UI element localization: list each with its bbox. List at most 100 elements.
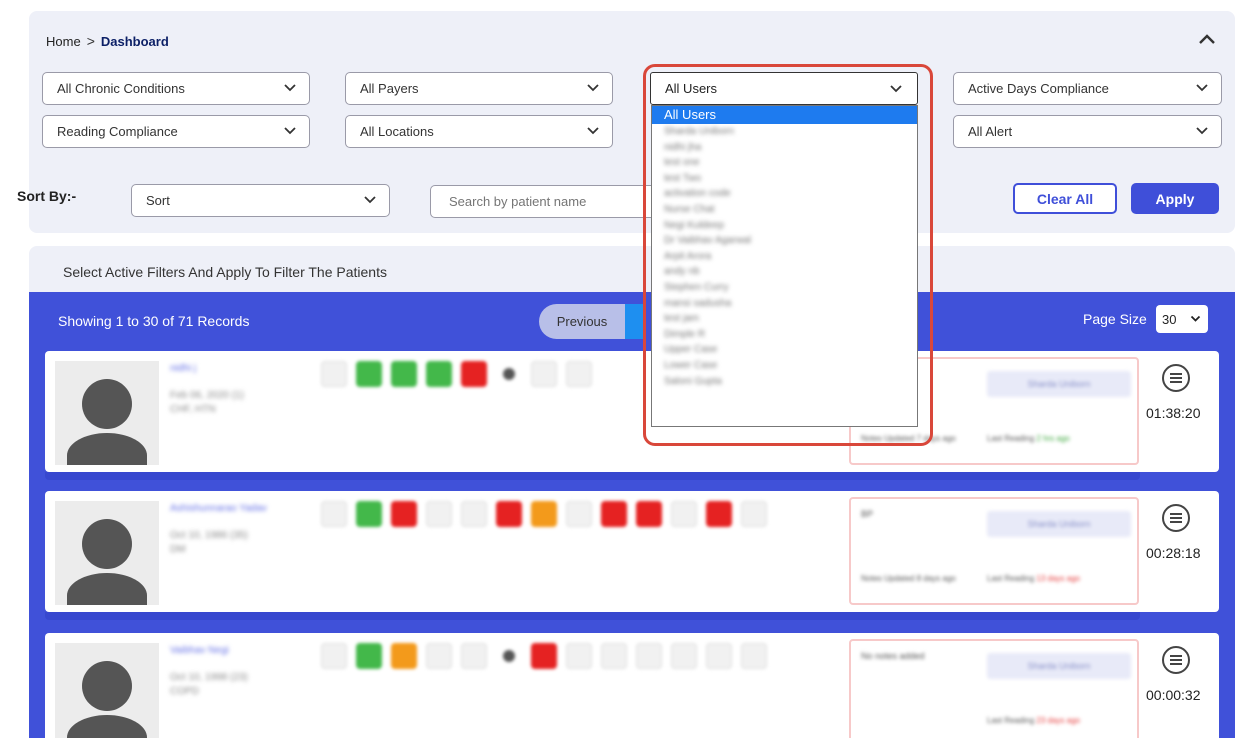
menu-icon[interactable] [1161, 363, 1191, 393]
patient-card[interactable]: Ashishunnarao Yadav Oct 10, 1986 (35) DM… [45, 491, 1219, 620]
device-icon[interactable] [531, 643, 557, 669]
patient-condition: COPD [170, 686, 199, 697]
device-icon[interactable] [566, 643, 592, 669]
records-count: Showing 1 to 30 of 71 Records [58, 313, 250, 329]
dropdown-option[interactable]: All Users [652, 106, 917, 124]
patient-search-input[interactable] [430, 185, 670, 218]
device-icon[interactable] [321, 643, 347, 669]
device-icon[interactable] [321, 501, 347, 527]
device-icon[interactable] [741, 501, 767, 527]
users-select[interactable]: All Users [650, 72, 918, 105]
assignee-badge[interactable]: Sharda Uniborn [987, 511, 1131, 537]
patient-card[interactable]: nidhi j Feb 06, 2020 (1) CHF, HTN Sharda… [45, 351, 1219, 480]
device-icon[interactable] [706, 643, 732, 669]
device-icon[interactable] [426, 643, 452, 669]
patient-dob: Oct 10, 1998 (23) [170, 672, 248, 683]
apply-button[interactable]: Apply [1131, 183, 1219, 214]
device-icon[interactable] [601, 501, 627, 527]
device-icon[interactable] [531, 501, 557, 527]
dropdown-option[interactable]: Dr Vaibhav Agarwal [652, 233, 917, 249]
device-icon[interactable] [391, 501, 417, 527]
chevron-down-icon [587, 127, 599, 135]
last-reading-ago: 23 days ago [1036, 716, 1080, 725]
reading-compliance-select[interactable]: Reading Compliance [42, 115, 310, 148]
dropdown-option[interactable]: test Two [652, 171, 917, 187]
notes-box: BP Sharda Uniborn Notes Updated 8 days a… [849, 497, 1139, 605]
device-icon[interactable] [496, 501, 522, 527]
device-icon[interactable] [391, 361, 417, 387]
last-reading: Last Reading 23 days ago [987, 715, 1080, 726]
current-page-button[interactable] [625, 304, 645, 339]
alert-select[interactable]: All Alert [953, 115, 1222, 148]
page-size-value: 30 [1162, 311, 1177, 327]
device-icon[interactable] [426, 501, 452, 527]
patient-name[interactable]: Vaibhav Negi [170, 645, 229, 656]
dropdown-option[interactable]: Nurse Chat [652, 202, 917, 218]
chronic-conditions-select[interactable]: All Chronic Conditions [42, 72, 310, 105]
chevron-up-icon[interactable] [1197, 31, 1217, 47]
dropdown-option[interactable]: Stephen Curry [652, 280, 917, 296]
last-reading-ago: 2 hrs ago [1036, 434, 1070, 443]
assignee-badge[interactable]: Sharda Uniborn [987, 371, 1131, 397]
timer: 01:38:20 [1146, 405, 1201, 421]
card-shadow-bar [45, 612, 1140, 620]
dropdown-option[interactable]: test one [652, 155, 917, 171]
device-icon[interactable] [671, 501, 697, 527]
device-icon[interactable] [601, 643, 627, 669]
previous-page-button[interactable]: Previous [539, 304, 625, 339]
dropdown-option[interactable]: Lower Case [652, 358, 917, 374]
device-icon[interactable] [356, 643, 382, 669]
notes-box: No notes added Sharda Uniborn Last Readi… [849, 639, 1139, 738]
device-icon[interactable] [636, 643, 662, 669]
active-days-select[interactable]: Active Days Compliance [953, 72, 1222, 105]
sort-select[interactable]: Sort [131, 184, 390, 217]
dropdown-option[interactable]: andy nb [652, 264, 917, 280]
patient-info: Oct 10, 1986 (35) DM [170, 529, 248, 557]
device-icon[interactable] [531, 361, 557, 387]
patient-card[interactable]: Vaibhav Negi Oct 10, 1998 (23) COPD No n… [45, 633, 1219, 738]
device-icon[interactable] [566, 501, 592, 527]
menu-icon[interactable] [1161, 503, 1191, 533]
chevron-down-icon [284, 127, 296, 135]
device-icon[interactable] [356, 361, 382, 387]
device-icon[interactable] [426, 361, 452, 387]
device-icon[interactable] [636, 501, 662, 527]
clear-all-button[interactable]: Clear All [1013, 183, 1117, 214]
page-size-select[interactable]: 30 [1156, 305, 1208, 333]
dropdown-option[interactable]: mansi sadusha [652, 296, 917, 312]
page-size-label: Page Size [1083, 311, 1147, 327]
dropdown-option[interactable]: Upper Case [652, 342, 917, 358]
patient-condition: CHF, HTN [170, 404, 216, 415]
device-icon[interactable] [741, 643, 767, 669]
payers-select[interactable]: All Payers [345, 72, 613, 105]
device-icon[interactable] [566, 361, 592, 387]
dropdown-option[interactable]: nidhi jha [652, 140, 917, 156]
dropdown-option[interactable]: Saloni Gupta [652, 374, 917, 390]
device-icon[interactable] [461, 643, 487, 669]
dropdown-option[interactable]: Dimple R [652, 327, 917, 343]
locations-select[interactable]: All Locations [345, 115, 613, 148]
breadcrumb-home[interactable]: Home [46, 34, 81, 49]
device-icon[interactable] [321, 361, 347, 387]
device-icon[interactable] [461, 501, 487, 527]
patient-name[interactable]: Ashishunnarao Yadav [170, 503, 267, 514]
chevron-down-icon [1196, 84, 1208, 92]
device-icon[interactable] [671, 643, 697, 669]
dropdown-option[interactable]: Sharda Uniborn [652, 124, 917, 140]
assignee-badge[interactable]: Sharda Uniborn [987, 653, 1131, 679]
chevron-down-icon [284, 84, 296, 92]
device-icon[interactable] [391, 643, 417, 669]
chevron-down-icon [890, 85, 902, 93]
dropdown-option[interactable]: Negi Kuldeep [652, 218, 917, 234]
device-icon[interactable] [461, 361, 487, 387]
dropdown-option[interactable]: activation code [652, 186, 917, 202]
device-icon[interactable] [706, 501, 732, 527]
patient-name[interactable]: nidhi j [170, 363, 196, 374]
menu-icon[interactable] [1161, 645, 1191, 675]
dropdown-option[interactable]: test jam [652, 311, 917, 327]
results-panel: Showing 1 to 30 of 71 Records Previous P… [29, 292, 1235, 738]
device-icon[interactable] [496, 643, 522, 669]
device-icon[interactable] [356, 501, 382, 527]
dropdown-option[interactable]: Arpit Arora [652, 249, 917, 265]
device-icon[interactable] [496, 361, 522, 387]
